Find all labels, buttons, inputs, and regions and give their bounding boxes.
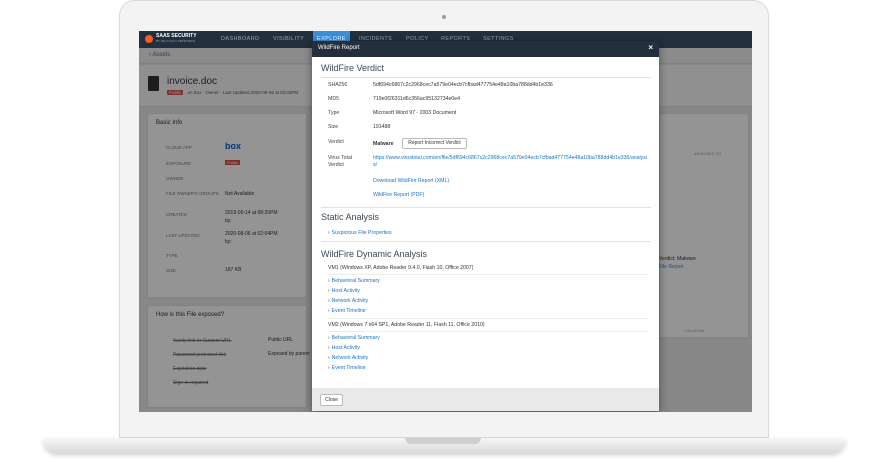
virustotal-link[interactable]: https://www.virustotal.com/en/file/5df69…: [373, 155, 647, 169]
modal-title: WildFire Report: [318, 45, 360, 51]
vm1-event-timeline[interactable]: › Event Timeline: [328, 308, 366, 314]
brand-subtitle: BY PALO ALTO NETWORKS: [156, 39, 195, 43]
md5-value: 719e0f26311d6c356ac95132734e0e4: [373, 96, 461, 102]
brand-logo[interactable]: SAAS SECURITY BY PALO ALTO NETWORKS: [145, 34, 197, 43]
chevron-right-icon: ›: [328, 365, 330, 371]
vm1-host-activity[interactable]: › Host Activity: [328, 288, 360, 294]
chevron-right-icon: ›: [328, 308, 330, 314]
vm1-label: VM1 (Windows XP, Adobe Reader 9.4.0, Fla…: [328, 265, 474, 271]
vm2-host-activity[interactable]: › Host Activity: [328, 345, 360, 351]
nav-visibility[interactable]: VISIBILITY: [273, 36, 304, 42]
type-value: Microsoft Word 97 - 2003 Document: [373, 110, 457, 116]
vm1-behavioral-summary[interactable]: › Behavioral Summary: [328, 278, 380, 284]
chevron-right-icon: ›: [328, 345, 330, 351]
laptop-notch: [405, 438, 481, 444]
modal-header: WildFire Report ×: [312, 41, 659, 57]
wildfire-report-modal: WildFire Report × WildFire Verdict SHA25…: [312, 41, 659, 411]
chevron-right-icon: ›: [328, 230, 330, 236]
static-section-title: Static Analysis: [321, 212, 380, 222]
chevron-right-icon: ›: [328, 355, 330, 361]
close-button[interactable]: Close: [320, 394, 343, 406]
size-value: 191488: [373, 124, 391, 130]
vm2-network-activity[interactable]: › Network Activity: [328, 355, 368, 361]
vm2-label: VM2 (Windows 7 x64 SP1, Adobe Reader 11,…: [328, 322, 485, 328]
webcam: [442, 15, 446, 19]
report-incorrect-verdict-button[interactable]: Report Incorrect Verdict: [402, 138, 467, 149]
vm1-network-activity[interactable]: › Network Activity: [328, 298, 368, 304]
suspicious-file-properties-toggle[interactable]: › Suspicious File Properties: [328, 230, 392, 236]
download-xml-link[interactable]: Download WildFire Report (XML): [373, 178, 449, 185]
dynamic-section-title: WildFire Dynamic Analysis: [321, 249, 428, 259]
screen: SAAS SECURITY BY PALO ALTO NETWORKS DASH…: [139, 31, 752, 412]
verdict-section-title: WildFire Verdict: [321, 63, 385, 73]
chevron-right-icon: ›: [328, 298, 330, 304]
vm2-event-timeline[interactable]: › Event Timeline: [328, 365, 366, 371]
brand-icon: [145, 34, 153, 43]
verdict-value: Malware: [373, 141, 394, 147]
chevron-right-icon: ›: [328, 288, 330, 294]
vm2-behavioral-summary[interactable]: › Behavioral Summary: [328, 335, 380, 341]
sha256-value: 5df694c6867c2c2968cec7a579e04ecb7cfbad47…: [373, 82, 553, 88]
nav-dashboard[interactable]: DASHBOARD: [221, 36, 259, 42]
chevron-right-icon: ›: [328, 335, 330, 341]
modal-body: WildFire Verdict SHA256 5df694c6867c2c29…: [312, 57, 659, 388]
report-pdf-link[interactable]: WildFire Report (PDF): [373, 192, 424, 199]
modal-footer: Close: [312, 388, 659, 411]
close-icon[interactable]: ×: [648, 43, 653, 52]
chevron-right-icon: ›: [328, 278, 330, 284]
